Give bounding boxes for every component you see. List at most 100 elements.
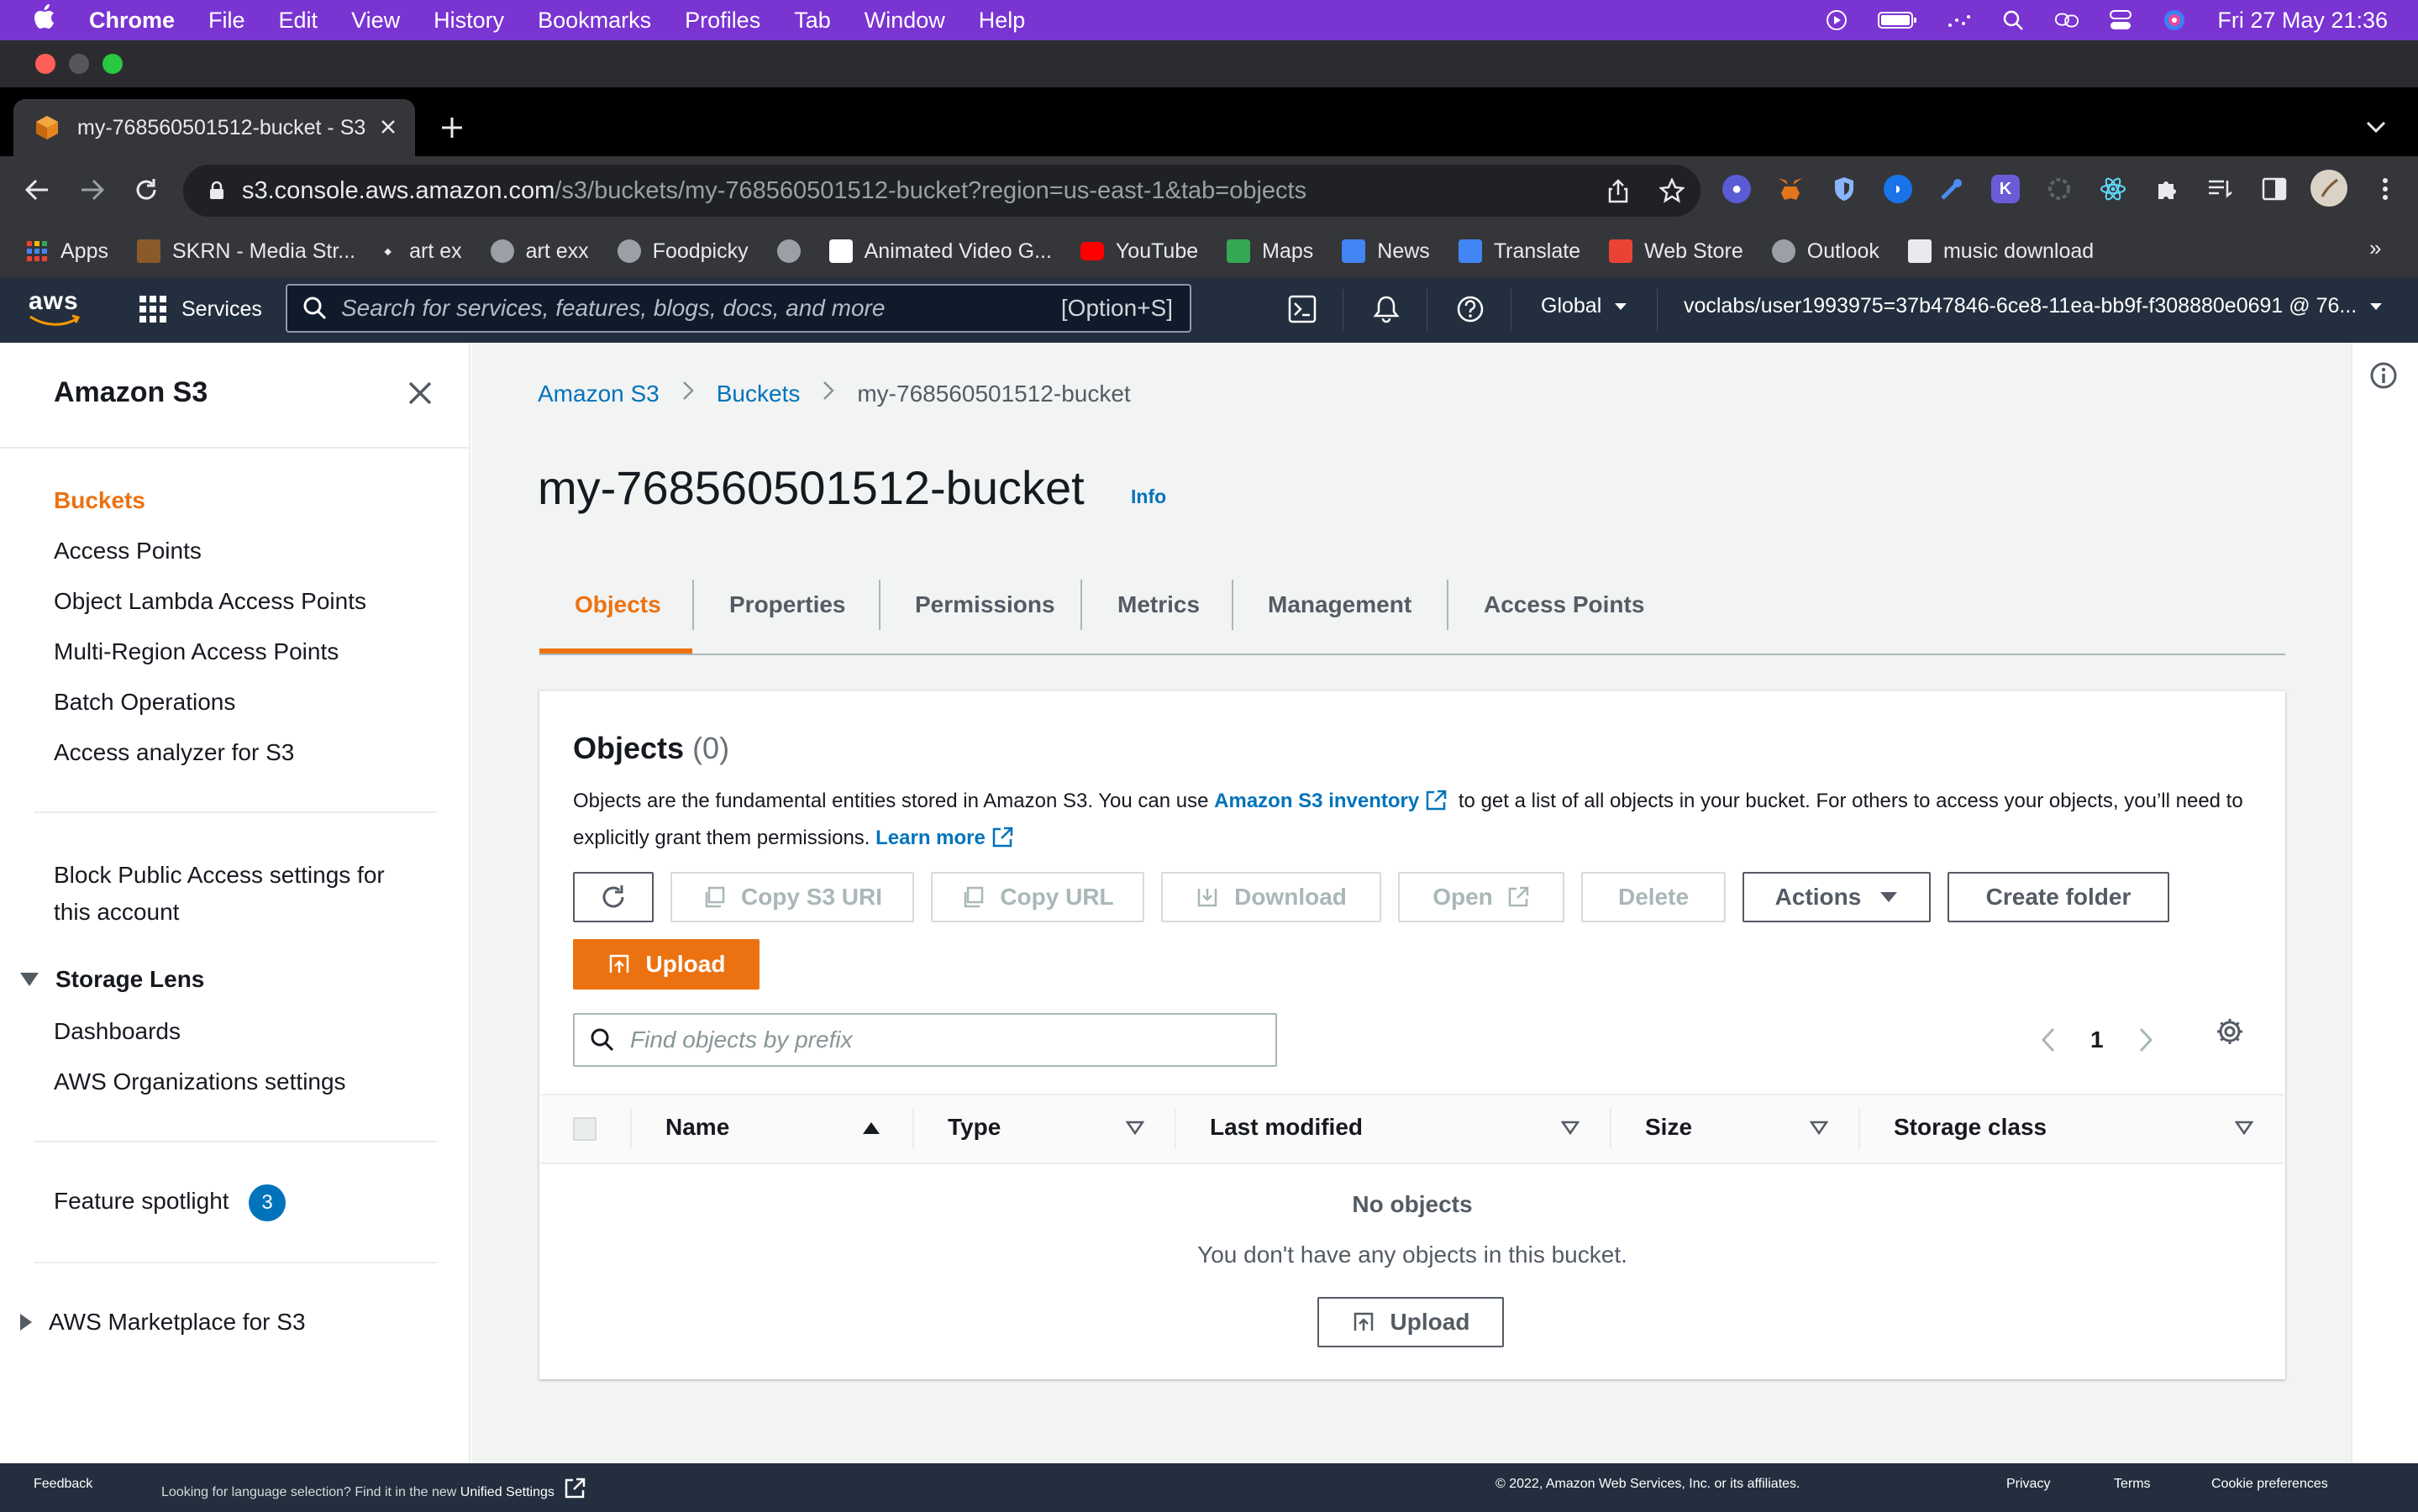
actions-dropdown-button[interactable]: Actions xyxy=(1743,872,1931,922)
region-selector[interactable]: Global xyxy=(1541,294,1628,318)
sidebar-item-multi-region-access-points[interactable]: Multi-Region Access Points xyxy=(54,638,339,665)
column-header-last-modified[interactable]: Last modified xyxy=(1210,1114,1363,1141)
sort-icon[interactable] xyxy=(1561,1121,1580,1136)
sidebar-item-dashboards[interactable]: Dashboards xyxy=(54,1018,181,1045)
account-menu[interactable]: voclabs/user1993975=37b47846-6ce8-11ea-b… xyxy=(1684,294,2384,318)
reading-list-icon[interactable] xyxy=(2206,175,2235,203)
menu-bookmarks[interactable]: Bookmarks xyxy=(538,8,651,34)
current-page-number[interactable]: 1 xyxy=(2090,1026,2104,1053)
privacy-link[interactable]: Privacy xyxy=(2006,1477,2050,1492)
find-objects-input[interactable]: Find objects by prefix xyxy=(573,1013,1277,1067)
download-button[interactable]: Download xyxy=(1161,872,1381,922)
column-header-name[interactable]: Name xyxy=(665,1114,729,1141)
bookmark-outlook[interactable]: Outlook xyxy=(1771,239,1879,264)
bookmark-youtube[interactable]: YouTube xyxy=(1080,239,1198,264)
extension-react-icon[interactable] xyxy=(2099,175,2127,203)
sidebar-item-access-analyzer[interactable]: Access analyzer for S3 xyxy=(54,739,294,766)
chevron-right-icon[interactable] xyxy=(2137,1026,2154,1053)
bookmarks-overflow-button[interactable]: » xyxy=(2369,235,2381,261)
tab-objects[interactable]: Objects xyxy=(575,591,661,618)
bookmark-translate[interactable]: Translate xyxy=(1458,239,1580,264)
cloudshell-icon[interactable] xyxy=(1287,294,1317,324)
share-icon[interactable] xyxy=(1605,177,1632,204)
menu-profiles[interactable]: Profiles xyxy=(685,8,760,34)
tab-search-chevron-icon[interactable] xyxy=(2366,113,2386,139)
bookmark-web-store[interactable]: Web Store xyxy=(1609,239,1743,264)
sidebar-item-block-public-access[interactable]: Block Public Access settings for this ac… xyxy=(54,857,385,931)
sidebar-item-object-lambda-access-points[interactable]: Object Lambda Access Points xyxy=(54,588,366,615)
bookmark-art-ex[interactable]: ⬩ art ex xyxy=(384,239,462,264)
reload-icon[interactable] xyxy=(129,173,163,207)
tab-management[interactable]: Management xyxy=(1268,591,1411,618)
bookmark-maps[interactable]: Maps xyxy=(1227,239,1313,264)
bookmark-apps[interactable]: Apps xyxy=(25,239,108,264)
profile-avatar[interactable] xyxy=(2310,170,2347,207)
refresh-button[interactable] xyxy=(573,872,654,922)
tab-permissions[interactable]: Permissions xyxy=(915,591,1055,618)
side-panel-icon[interactable] xyxy=(2260,175,2289,203)
extensions-puzzle-icon[interactable] xyxy=(2153,175,2181,203)
extension-metamask-icon[interactable] xyxy=(1776,175,1805,203)
lock-icon[interactable] xyxy=(207,181,227,201)
menu-history[interactable]: History xyxy=(434,8,504,34)
back-arrow-icon[interactable] xyxy=(20,173,54,207)
play-status-icon[interactable] xyxy=(1824,10,1849,30)
menu-file[interactable]: File xyxy=(208,8,245,34)
copy-url-button[interactable]: Copy URL xyxy=(931,872,1144,922)
window-close-button[interactable] xyxy=(35,54,55,74)
sidebar-section-storage-lens[interactable]: Storage Lens xyxy=(20,966,204,993)
sort-icon[interactable] xyxy=(1126,1121,1144,1136)
extension-tool-icon[interactable] xyxy=(1937,175,1966,203)
feedback-link[interactable]: Feedback xyxy=(34,1477,92,1492)
bookmark-star-icon[interactable] xyxy=(1658,177,1685,204)
screen-mirror-icon[interactable] xyxy=(2054,11,2079,29)
extension-chat-icon[interactable]: ◗ xyxy=(1884,175,1912,203)
column-header-type[interactable]: Type xyxy=(948,1114,1001,1141)
tab-metrics[interactable]: Metrics xyxy=(1117,591,1200,618)
extension-k-icon[interactable]: K xyxy=(1991,175,2020,203)
cookie-preferences-link[interactable]: Cookie preferences xyxy=(2211,1477,2328,1492)
table-settings-gear-icon[interactable] xyxy=(2215,1016,2248,1050)
menu-app-name[interactable]: Chrome xyxy=(89,8,175,34)
menu-view[interactable]: View xyxy=(351,8,400,34)
extension-shield-icon[interactable] xyxy=(1830,175,1858,203)
upload-button[interactable]: Upload xyxy=(573,939,760,990)
battery-icon[interactable] xyxy=(1878,11,1918,29)
apple-icon[interactable] xyxy=(34,4,55,36)
sidebar-section-marketplace[interactable]: AWS Marketplace for S3 xyxy=(20,1309,306,1336)
select-all-checkbox[interactable] xyxy=(573,1117,597,1141)
aws-logo[interactable]: aws xyxy=(29,289,87,331)
bookmark-art-exx[interactable]: art exx xyxy=(490,239,589,264)
tab-properties[interactable]: Properties xyxy=(729,591,846,618)
learn-more-link[interactable]: Learn more xyxy=(875,827,986,849)
browser-tab-active[interactable]: my-768560501512-bucket - S3 xyxy=(13,99,415,156)
new-tab-icon[interactable] xyxy=(435,108,469,148)
notifications-bell-icon[interactable] xyxy=(1371,294,1401,324)
sidebar-item-organizations-settings[interactable]: AWS Organizations settings xyxy=(54,1068,346,1095)
bookmark-globe[interactable] xyxy=(776,239,801,263)
info-link[interactable]: Info xyxy=(1131,486,1166,508)
dots-status-icon[interactable] xyxy=(1947,11,1972,29)
terms-link[interactable]: Terms xyxy=(2114,1477,2151,1492)
copy-s3-uri-button[interactable]: Copy S3 URI xyxy=(670,872,914,922)
close-tab-icon[interactable] xyxy=(371,113,405,142)
bookmark-news[interactable]: News xyxy=(1342,239,1430,264)
bookmark-skrn[interactable]: SKRN - Media Str... xyxy=(136,239,355,264)
sort-icon[interactable] xyxy=(2235,1121,2253,1136)
unified-settings-link[interactable]: Unified Settings xyxy=(460,1485,555,1499)
breadcrumb-amazon-s3[interactable]: Amazon S3 xyxy=(538,381,660,407)
spotlight-search-icon[interactable] xyxy=(2000,10,2026,30)
window-minimize-button[interactable] xyxy=(69,54,89,74)
sidebar-item-buckets[interactable]: Buckets xyxy=(54,487,145,514)
aws-search-input[interactable]: Search for services, features, blogs, do… xyxy=(286,284,1191,333)
sidebar-item-feature-spotlight[interactable]: Feature spotlight xyxy=(54,1188,229,1215)
control-center-icon[interactable] xyxy=(2108,10,2133,29)
create-folder-button[interactable]: Create folder xyxy=(1948,872,2169,922)
menu-tab[interactable]: Tab xyxy=(794,8,831,34)
empty-state-upload-button[interactable]: Upload xyxy=(1317,1297,1504,1347)
menubar-clock[interactable]: Fri 27 May 21:36 xyxy=(2217,8,2388,34)
bookmark-music-download[interactable]: music download xyxy=(1907,239,2094,264)
sort-ascending-icon[interactable] xyxy=(862,1121,880,1136)
sort-icon[interactable] xyxy=(1810,1121,1828,1136)
column-header-storage-class[interactable]: Storage class xyxy=(1894,1114,2047,1141)
